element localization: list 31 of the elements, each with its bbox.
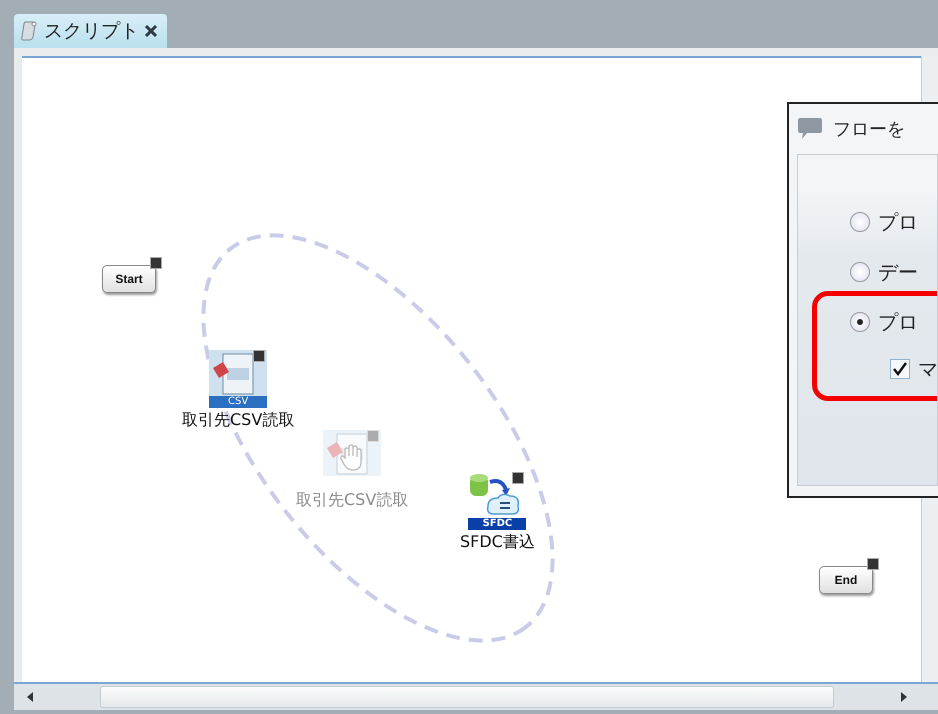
marker-icon [150, 257, 162, 269]
radio-button[interactable] [850, 262, 870, 282]
node-label: 取引先CSV読取 [182, 410, 294, 431]
option-label: デー [878, 261, 918, 283]
option-label: プロ [878, 211, 918, 233]
node-label: 取引先CSV読取 [296, 490, 408, 511]
terminal-node[interactable]: End [819, 566, 873, 594]
terminal-node[interactable]: Start [102, 265, 156, 293]
file-node-icon[interactable] [323, 430, 382, 476]
horizontal-scrollbar[interactable] [14, 682, 938, 710]
dialog-title: フローを [833, 118, 905, 141]
speech-bubble-icon [797, 117, 823, 141]
script-tab[interactable]: スクリプト [14, 14, 167, 48]
option-label: マ [918, 358, 937, 380]
file-node-icon[interactable] [209, 350, 268, 396]
scroll-left-icon[interactable] [26, 692, 34, 702]
marker-icon [253, 350, 266, 362]
marker-icon [367, 430, 380, 442]
close-icon[interactable] [145, 25, 157, 37]
sfdc-badge: SFDC [468, 518, 526, 530]
scroll-icon [20, 21, 38, 41]
node-label: SFDC書込 [460, 532, 535, 553]
radio-button[interactable] [850, 212, 870, 232]
option-label: プロ [878, 311, 918, 333]
checkbox[interactable] [890, 359, 910, 379]
radio-button[interactable] [850, 312, 870, 332]
file-badge: CSV [209, 396, 268, 408]
scroll-right-icon[interactable] [900, 692, 908, 702]
scroll-thumb[interactable] [100, 686, 834, 708]
marker-icon [867, 558, 879, 570]
marker-icon [512, 472, 524, 484]
